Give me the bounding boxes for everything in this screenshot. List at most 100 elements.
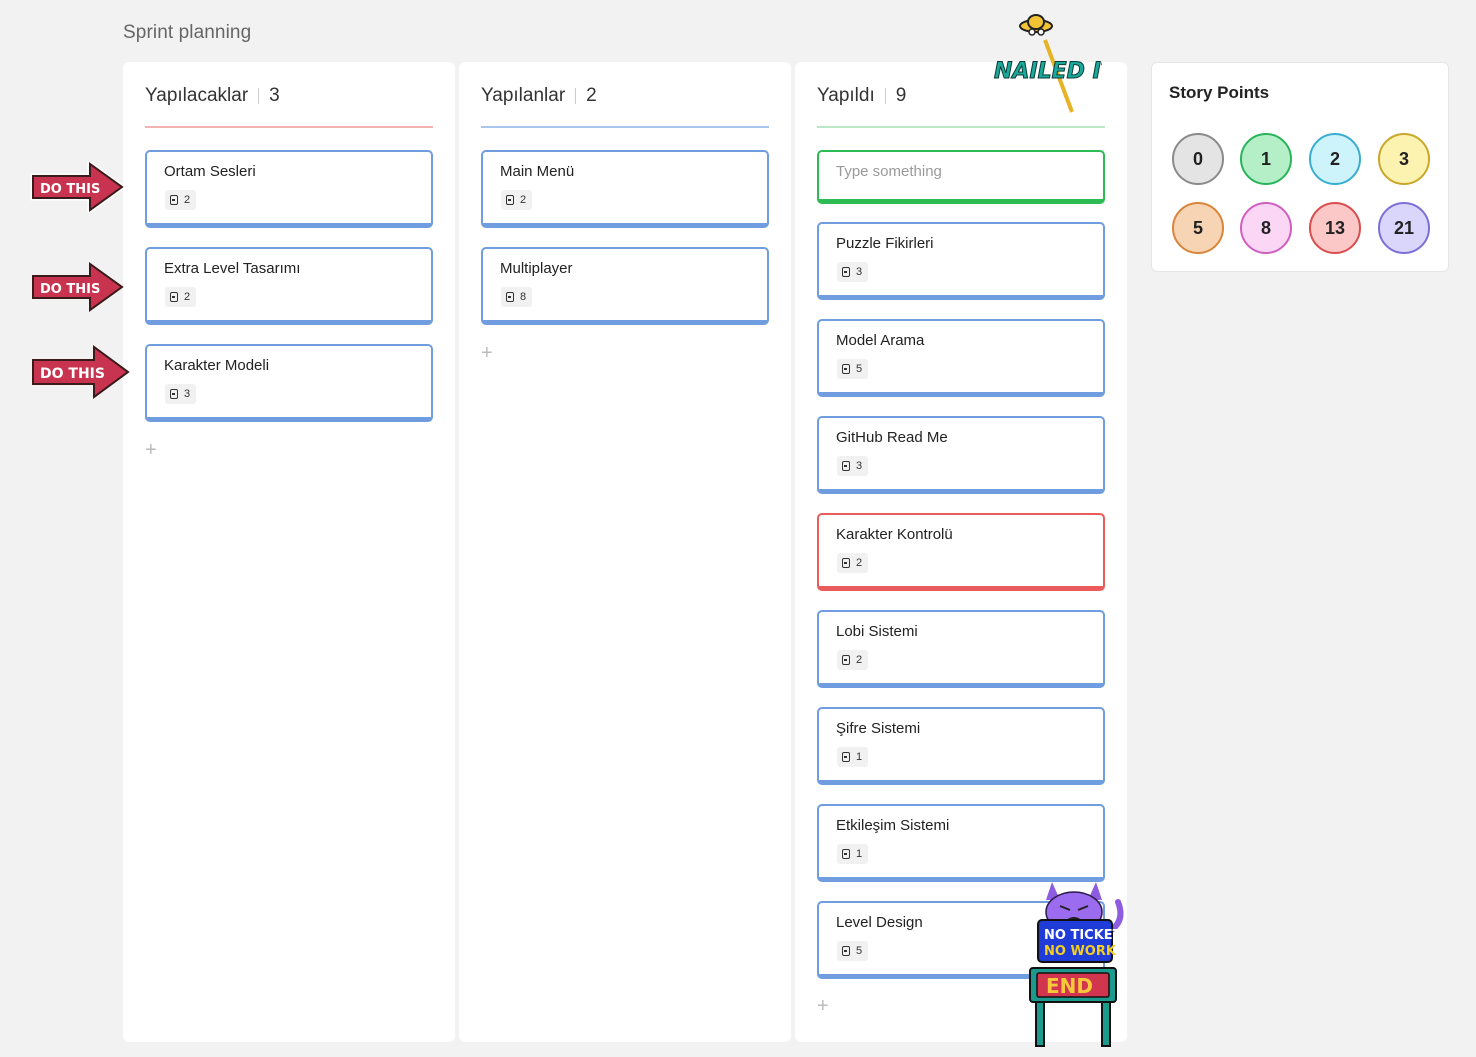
story-point-1[interactable]: 1	[1240, 133, 1292, 185]
no-ticket-cat-sticker[interactable]: NO TICKET NO WORK	[1030, 872, 1126, 968]
story-point-icon	[842, 849, 850, 859]
story-point-8[interactable]: 8	[1240, 202, 1292, 254]
add-card-button[interactable]: +	[145, 440, 157, 460]
card[interactable]: Ortam Sesleri 2	[145, 150, 433, 228]
card[interactable]: Model Arama 5	[817, 319, 1105, 397]
card-title: Extra Level Tasarımı	[164, 260, 301, 277]
story-point-icon	[170, 292, 178, 302]
story-points-value: 2	[184, 194, 191, 206]
story-point-icon	[170, 389, 178, 399]
card-title: Ortam Sesleri	[164, 163, 256, 180]
nailed-it-text: NAILED IT!	[994, 59, 1102, 84]
do-this-sticker[interactable]: DO THIS	[30, 162, 124, 212]
story-point-3[interactable]: 3	[1378, 133, 1430, 185]
story-points-chip: 2	[501, 190, 533, 210]
do-this-sticker[interactable]: DO THIS	[30, 262, 124, 312]
column-color-line	[145, 126, 433, 128]
story-point-icon	[842, 655, 850, 665]
story-points-chip: 2	[165, 190, 197, 210]
card[interactable]: Multiplayer 8	[481, 247, 769, 325]
new-card-input[interactable]: Type something	[817, 150, 1105, 204]
no-ticket-line2: NO WORK	[1044, 944, 1117, 959]
story-points-chip: 3	[837, 456, 869, 476]
story-point-icon	[506, 292, 514, 302]
story-points-value: 2	[856, 557, 863, 569]
story-points-chip: 1	[837, 747, 869, 767]
add-card-button[interactable]: +	[817, 996, 829, 1016]
board-title: Sprint planning	[123, 22, 252, 43]
story-points-chip: 2	[165, 287, 197, 307]
column-todo: Yapılacaklar 3 Ortam Sesleri 2 Extra Lev…	[123, 62, 455, 1042]
story-points-chip: 5	[837, 941, 869, 961]
card-title: Etkileşim Sistemi	[836, 817, 950, 834]
story-point-icon	[170, 195, 178, 205]
column-header[interactable]: Yapılacaklar 3	[145, 84, 280, 108]
story-points-value: 5	[856, 363, 863, 375]
story-point-5[interactable]: 5	[1172, 202, 1224, 254]
do-this-text: DO THIS	[40, 366, 105, 382]
story-points-chip: 5	[837, 359, 869, 379]
story-points-value: 2	[184, 291, 191, 303]
do-this-sticker[interactable]: DO THIS	[30, 345, 130, 399]
story-points-chip: 8	[501, 287, 533, 307]
story-point-icon	[842, 946, 850, 956]
story-points-value: 3	[184, 388, 191, 400]
story-point-0[interactable]: 0	[1172, 133, 1224, 185]
end-sign-text: END	[1046, 974, 1093, 998]
column-color-line	[817, 126, 1105, 128]
card[interactable]: Lobi Sistemi 2	[817, 610, 1105, 688]
end-sign-sticker[interactable]: END	[1028, 966, 1120, 1048]
column-title: Yapılanlar	[481, 85, 566, 106]
no-ticket-line1: NO TICKET	[1044, 928, 1122, 943]
story-point-13[interactable]: 13	[1309, 202, 1361, 254]
column-count: 2	[586, 85, 597, 106]
divider	[258, 88, 260, 104]
story-point-icon	[842, 752, 850, 762]
story-point-icon	[842, 558, 850, 568]
divider	[884, 88, 886, 104]
card-title: Lobi Sistemi	[836, 623, 918, 640]
story-point-2[interactable]: 2	[1309, 133, 1361, 185]
story-points-chip: 3	[837, 262, 869, 282]
add-card-button[interactable]: +	[481, 343, 493, 363]
card[interactable]: GitHub Read Me 3	[817, 416, 1105, 494]
story-points-title: Story Points	[1169, 83, 1270, 102]
story-points-chip: 3	[165, 384, 197, 404]
card[interactable]: Extra Level Tasarımı 2	[145, 247, 433, 325]
story-points-value: 5	[856, 945, 863, 957]
card-title: Level Design	[836, 914, 923, 931]
card-title: Karakter Modeli	[164, 357, 270, 374]
card-title: Puzzle Fikirleri	[836, 235, 934, 252]
do-this-text: DO THIS	[40, 282, 100, 297]
column-count: 9	[895, 85, 907, 106]
card[interactable]: Karakter Modeli 3	[145, 344, 433, 422]
divider	[575, 88, 577, 104]
story-points-chip: 2	[837, 553, 869, 573]
card[interactable]: Etkileşim Sistemi 1	[817, 804, 1105, 882]
card-title: Model Arama	[836, 332, 925, 349]
story-points-chip: 1	[837, 844, 869, 864]
nailed-it-sticker[interactable]: NAILED IT!	[990, 12, 1102, 116]
story-point-icon	[842, 267, 850, 277]
do-this-text: DO THIS	[40, 182, 100, 197]
card[interactable]: Main Menü 2	[481, 150, 769, 228]
card[interactable]: Puzzle Fikirleri 3	[817, 222, 1105, 300]
card[interactable]: Karakter Kontrolü 2	[817, 513, 1105, 591]
story-point-21[interactable]: 21	[1378, 202, 1430, 254]
story-point-icon	[842, 364, 850, 374]
card[interactable]: Şifre Sistemi 1	[817, 707, 1105, 785]
column-header[interactable]: Yapıldı 9	[817, 84, 906, 108]
story-points-value: 1	[856, 848, 863, 860]
column-title: Yapılacaklar	[145, 85, 249, 106]
story-points-panel: Story Points 0 1 2 3 5 8 13 21	[1151, 62, 1449, 272]
column-header[interactable]: Yapılanlar 2	[481, 84, 597, 108]
column-count: 3	[269, 85, 280, 106]
column-color-line	[481, 126, 769, 128]
story-point-icon	[842, 461, 850, 471]
column-title: Yapıldı	[817, 85, 875, 106]
new-card-placeholder: Type something	[836, 163, 942, 180]
story-points-value: 1	[856, 751, 863, 763]
card-title: GitHub Read Me	[836, 429, 948, 446]
column-in-progress: Yapılanlar 2 Main Menü 2 Multiplayer 8 +	[459, 62, 791, 1042]
card-title: Multiplayer	[500, 260, 573, 277]
